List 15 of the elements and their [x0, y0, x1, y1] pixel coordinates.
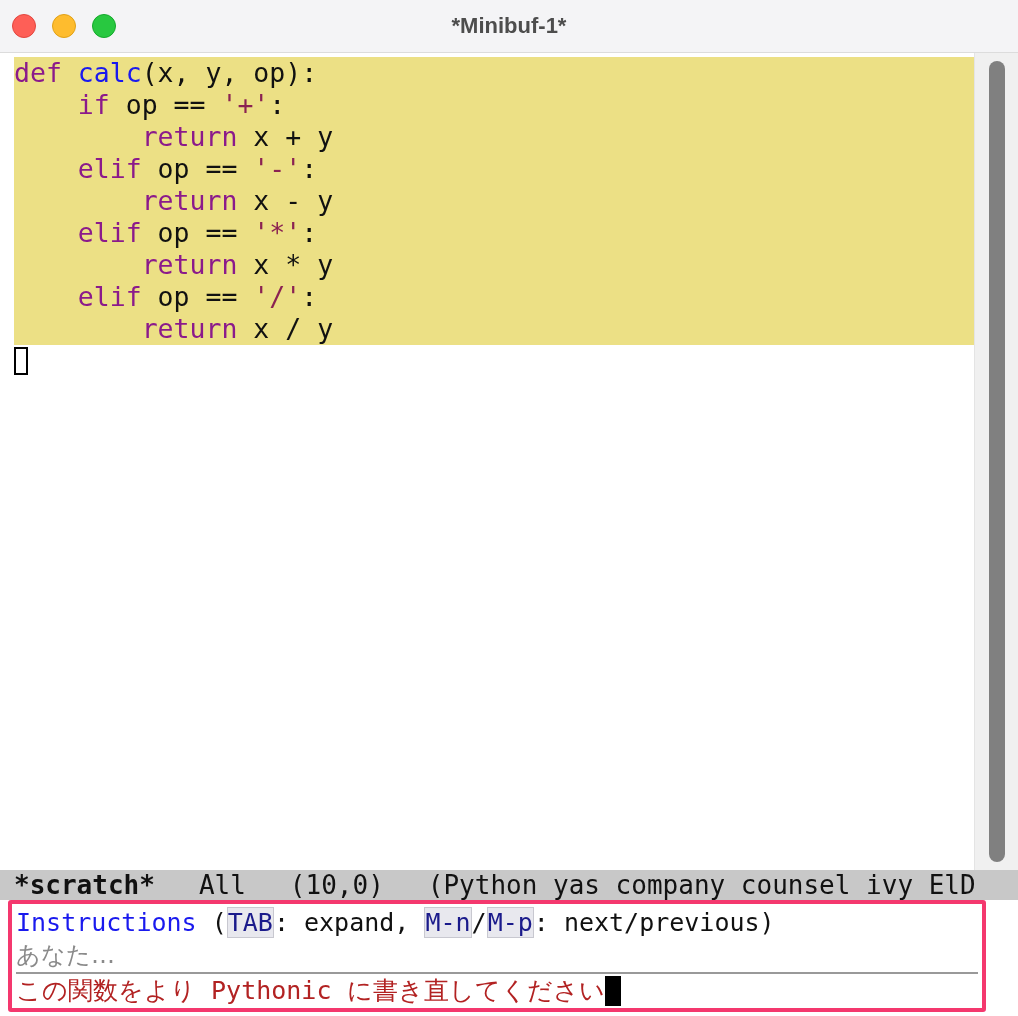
- text-cursor: [14, 347, 28, 375]
- close-button[interactable]: [12, 14, 36, 38]
- placeholder-text: あなた…: [16, 939, 978, 974]
- modes-text: (Python yas company counsel ivy ElD: [427, 870, 976, 900]
- line-column-text: (10,0): [289, 870, 384, 900]
- scrollbar[interactable]: [974, 53, 1018, 870]
- text-cursor: [604, 975, 621, 1006]
- input-field[interactable]: この関数をより Pythonic に書き直してください: [16, 974, 978, 1007]
- zoom-button[interactable]: [92, 14, 116, 38]
- window-title: *Minibuf-1*: [451, 13, 567, 39]
- minimize-button[interactable]: [52, 14, 76, 38]
- scrollbar-thumb[interactable]: [988, 61, 1005, 862]
- position-text: All: [198, 870, 246, 900]
- buffer-name: *scratch*: [14, 870, 155, 900]
- instructions-prompt: Instructions (TAB: expand, M-n/M-p: next/previous): [16, 906, 776, 939]
